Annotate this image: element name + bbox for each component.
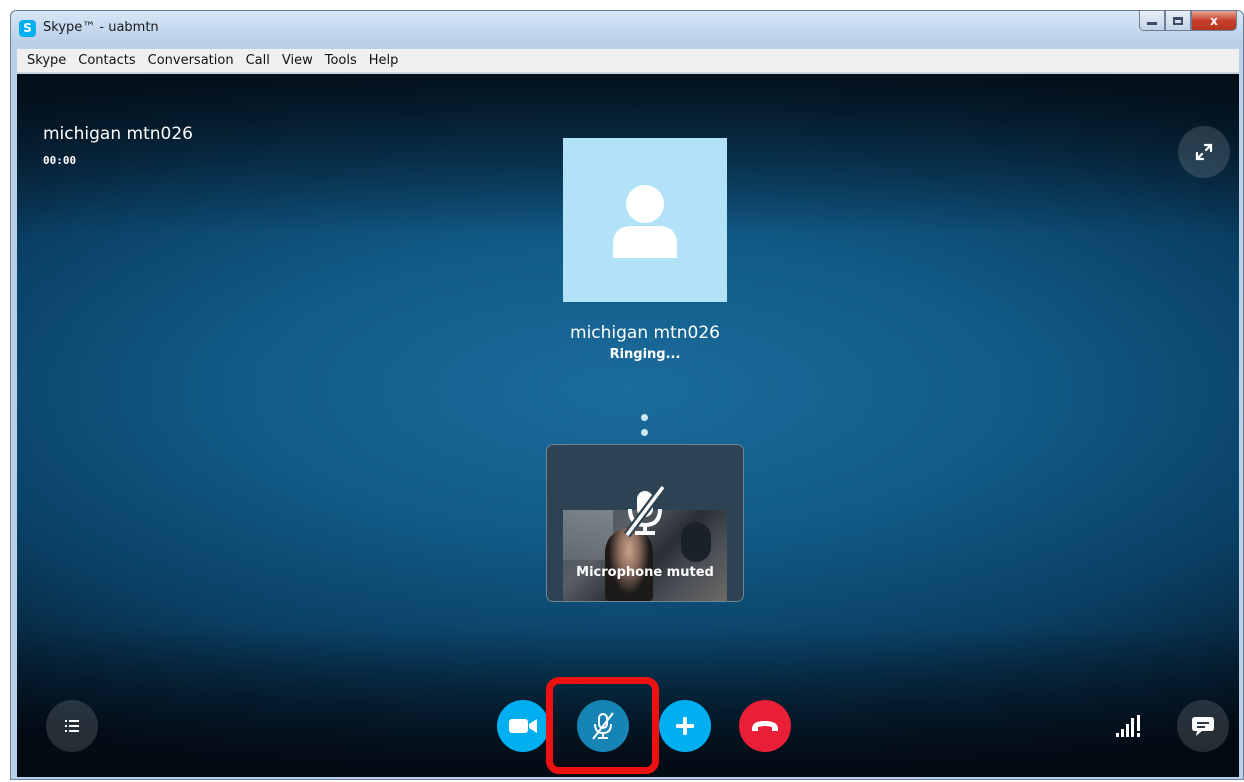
menu-contacts[interactable]: Contacts [74,53,143,68]
menu-call[interactable]: Call [242,53,278,68]
microphone-off-icon [623,484,667,538]
phone-hangup-icon [752,721,778,731]
window-title: Skype™ - uabmtn [43,20,159,35]
menu-conversation[interactable]: Conversation [144,53,242,68]
skype-app-icon: S [19,20,36,37]
microphone-muted-label: Microphone muted [576,565,714,580]
self-view-panel[interactable]: Microphone muted [546,444,744,602]
menu-tools[interactable]: Tools [321,53,365,68]
video-button[interactable] [497,700,549,752]
video-camera-icon [509,719,537,733]
expand-button[interactable] [1178,126,1230,178]
signal-strength-icon [1116,715,1140,737]
plus-icon [676,717,694,735]
menu-skype[interactable]: Skype [23,53,74,68]
minimize-button[interactable] [1139,11,1165,31]
progress-dot [640,429,648,436]
chat-bubble-icon [1192,717,1214,736]
window-controls: x [1139,11,1237,33]
call-timer: 00:00 [43,154,77,167]
maximize-button[interactable] [1165,11,1191,31]
progress-dot [640,414,648,421]
maximize-icon [1173,16,1183,25]
call-status: Ringing... [609,347,681,362]
menu-bar: Skype Contacts Conversation Call View To… [17,49,1239,73]
caller-name-header: michigan mtn026 [43,124,193,144]
minimize-icon [1147,22,1157,25]
person-silhouette-icon [613,185,677,258]
contact-avatar [563,138,727,302]
video-background-person [681,522,711,562]
list-icon [65,720,79,732]
menu-view[interactable]: View [278,53,321,68]
mute-highlight-annotation [546,677,659,774]
end-call-button[interactable] [739,700,791,752]
chat-button[interactable] [1177,700,1229,752]
title-bar: S Skype™ - uabmtn x [11,11,1243,47]
add-participant-button[interactable] [659,700,711,752]
close-button[interactable]: x [1191,11,1237,31]
call-menu-button[interactable] [46,700,98,752]
contact-name: michigan mtn026 [570,323,720,343]
call-stage: michigan mtn026 00:00 michigan mtn026 Ri… [17,74,1239,777]
menu-help[interactable]: Help [365,53,407,68]
skype-window: S Skype™ - uabmtn x Skype Contacts Conve… [10,10,1244,780]
expand-arrows-icon [1195,143,1213,161]
